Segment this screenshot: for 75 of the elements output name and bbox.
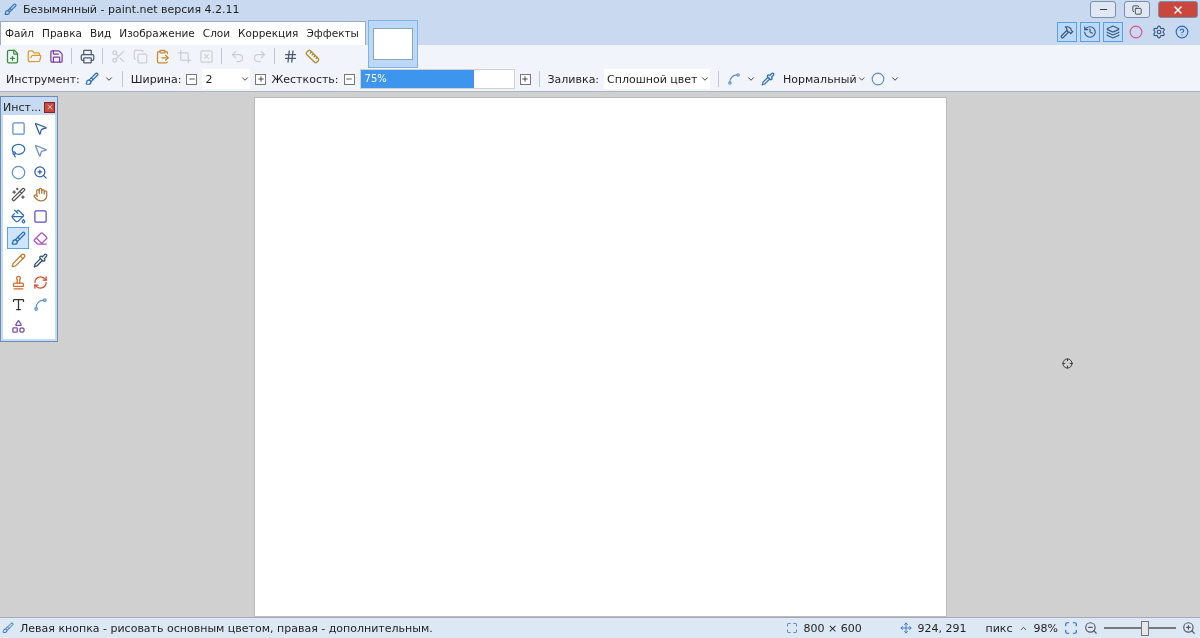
crosshair-cursor-icon <box>1062 358 1073 370</box>
restore-button[interactable] <box>1124 1 1150 19</box>
image-size: 800 × 600 <box>803 621 863 635</box>
zoom-out-icon[interactable] <box>1084 621 1098 636</box>
menu-item[interactable]: Коррекция <box>234 27 303 40</box>
selection-mode-icon[interactable] <box>871 72 886 87</box>
zoom-value: 98% <box>1033 621 1058 635</box>
fit-window-icon[interactable] <box>1064 621 1078 636</box>
close-button[interactable] <box>1158 1 1198 19</box>
menu-item[interactable]: Изображение <box>115 27 199 40</box>
width-label: Ширина: <box>130 72 182 86</box>
brush-icon <box>10 230 26 246</box>
pointer-outline-icon <box>32 142 48 158</box>
hardness-value: 75% <box>364 73 387 85</box>
fill-dropdown[interactable]: Сплошной цвет <box>604 69 711 90</box>
hand-icon <box>32 186 48 202</box>
recolor-icon <box>32 274 48 290</box>
blend-mode-dropdown[interactable]: Нормальный <box>780 69 867 90</box>
image-size-icon <box>785 622 798 635</box>
minimize-button[interactable] <box>1090 1 1116 19</box>
cursor-position: 924, 291 <box>917 621 968 635</box>
cursor-position-icon <box>899 622 912 635</box>
pipette-icon <box>32 252 48 268</box>
slider-thumb[interactable] <box>1141 620 1150 636</box>
shapes-icon <box>10 318 26 334</box>
menu-item[interactable]: Файл <box>1 27 38 40</box>
curve-icon <box>32 296 48 312</box>
increase-button[interactable] <box>519 73 531 85</box>
lasso-icon <box>10 142 26 158</box>
menu-item[interactable]: Слои <box>198 27 235 40</box>
panel-toggle[interactable] <box>1103 21 1123 42</box>
width-dropdown[interactable]: 2 <box>202 69 251 90</box>
eraser-icon <box>32 230 48 246</box>
brush-icon <box>2 622 14 635</box>
help-icon <box>1175 24 1189 39</box>
history-icon <box>1083 24 1097 39</box>
zoom-in-icon[interactable] <box>1182 621 1196 636</box>
settings-icon <box>1152 24 1166 39</box>
brush-icon[interactable] <box>84 72 99 87</box>
fill-label: Заливка: <box>547 72 600 86</box>
increase-button[interactable] <box>255 73 267 85</box>
plus-icon <box>521 75 530 84</box>
paint-bucket-icon <box>10 208 26 224</box>
panel-toggle[interactable] <box>1080 21 1100 42</box>
restore-icon <box>1132 4 1142 15</box>
pencil-icon <box>10 252 26 268</box>
antialias-icon[interactable] <box>727 72 742 87</box>
close-icon <box>45 103 54 112</box>
close-button[interactable] <box>44 101 55 113</box>
menu-item[interactable]: Эффекты <box>302 27 363 40</box>
move-pointer-icon <box>32 120 48 136</box>
decrease-button[interactable] <box>343 73 355 85</box>
thumbnail <box>373 28 413 60</box>
menu-item[interactable]: Вид <box>86 27 116 40</box>
stamp-icon <box>10 274 26 290</box>
decrease-button[interactable] <box>186 73 198 85</box>
hammer-icon <box>1060 24 1074 39</box>
status-hint: Левая кнопка - рисовать основным цветом, правая - дополнительным. <box>20 621 434 635</box>
text-icon <box>10 296 26 312</box>
ellipse-icon <box>10 164 26 180</box>
menu-item[interactable]: Правка <box>38 27 86 40</box>
tools-window-title: Инст... <box>3 100 42 114</box>
plus-icon <box>256 75 265 84</box>
window-title: Безымянный - paint.net версия 4.2.11 <box>23 3 241 17</box>
app-icon <box>4 3 17 17</box>
tool-label: Инструмент: <box>6 72 80 86</box>
close-icon <box>1172 3 1184 16</box>
hardness-label: Жесткость: <box>271 72 339 86</box>
panel-toggle[interactable] <box>1057 21 1077 42</box>
layers-icon <box>1106 24 1120 39</box>
image-tab[interactable] <box>368 20 418 68</box>
units-label[interactable]: пикс <box>985 621 1013 635</box>
rectangle-select-icon <box>10 120 26 136</box>
zoom-icon <box>32 164 48 180</box>
magic-wand-icon <box>10 186 26 202</box>
